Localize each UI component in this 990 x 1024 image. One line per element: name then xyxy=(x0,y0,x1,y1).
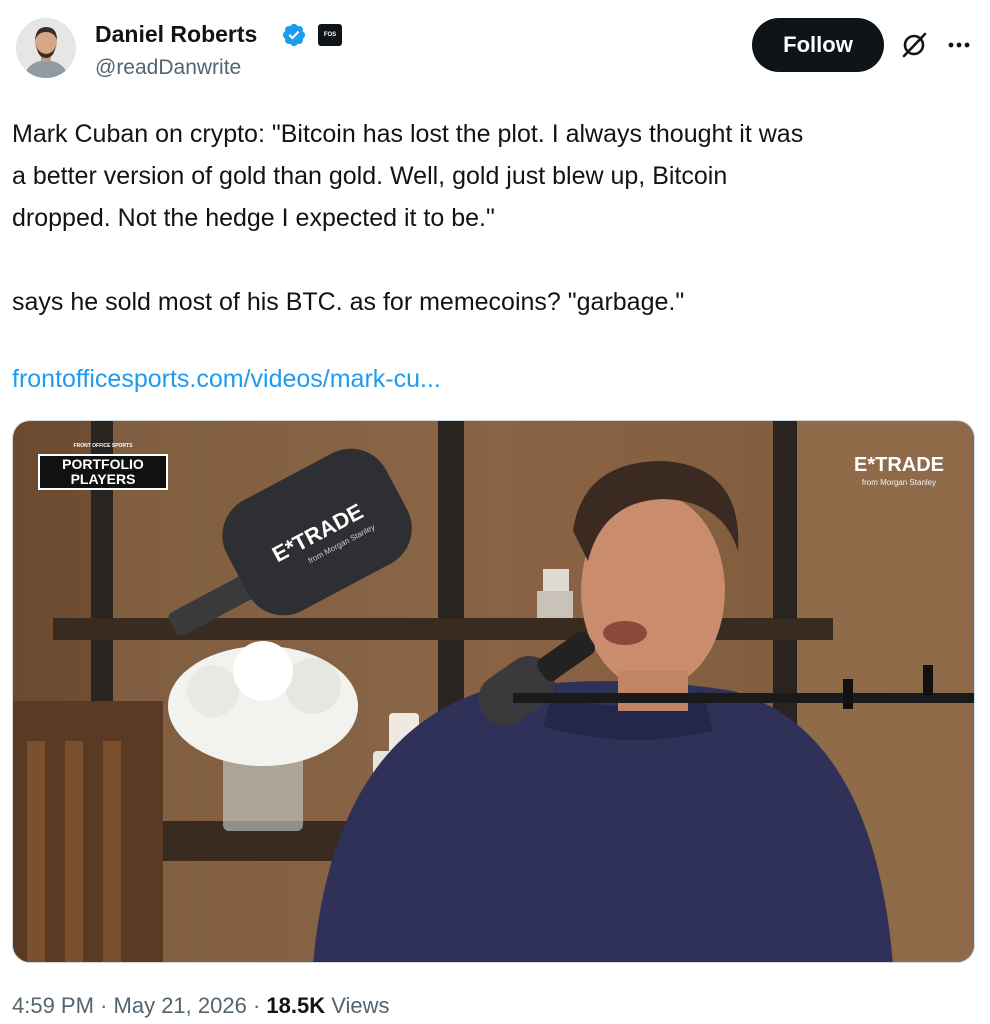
sponsor-logo: E*TRADE xyxy=(854,454,944,476)
sponsor-sub: from Morgan Stanley xyxy=(862,478,936,487)
author-handle[interactable]: @readDanwrite xyxy=(95,56,241,80)
author-name[interactable]: Daniel Roberts xyxy=(95,21,257,48)
follow-button[interactable]: Follow xyxy=(752,18,884,72)
tweet-text: Mark Cuban on crypto: "Bitcoin has lost … xyxy=(12,120,804,316)
avatar[interactable] xyxy=(16,18,76,78)
overlay-title-line2: PLAYERS xyxy=(71,471,136,487)
overlay-top-small: FRONT OFFICE SPORTS xyxy=(74,443,134,449)
verified-badge-icon xyxy=(282,23,306,47)
overlay-title-line1: PORTFOLIO xyxy=(62,456,144,472)
affiliate-badge[interactable]: FOS xyxy=(318,24,342,46)
tweet-link[interactable]: frontofficesports.com/videos/mark-cu... xyxy=(12,358,441,400)
video-frame: E*TRADE from Morgan Stanley FRONT OFFICE… xyxy=(13,421,974,962)
meta-separator: · xyxy=(252,993,261,1018)
tweet-header: Daniel Roberts FOS @readDanwrite Follow xyxy=(0,0,990,100)
avatar-image xyxy=(16,18,76,78)
meta-separator: · xyxy=(100,993,108,1018)
tweet-time[interactable]: 4:59 PM xyxy=(12,993,94,1018)
views-count: 18.5K xyxy=(266,993,326,1018)
views-label: Views xyxy=(331,993,390,1018)
tweet-video[interactable]: E*TRADE from Morgan Stanley FRONT OFFICE… xyxy=(12,420,975,963)
grok-icon[interactable] xyxy=(898,29,930,61)
tweet-date[interactable]: May 21, 2026 xyxy=(114,993,247,1018)
more-icon[interactable] xyxy=(944,30,974,60)
tweet-meta: 4:59 PM · May 21, 2026 · 18.5K Views xyxy=(12,993,390,1019)
